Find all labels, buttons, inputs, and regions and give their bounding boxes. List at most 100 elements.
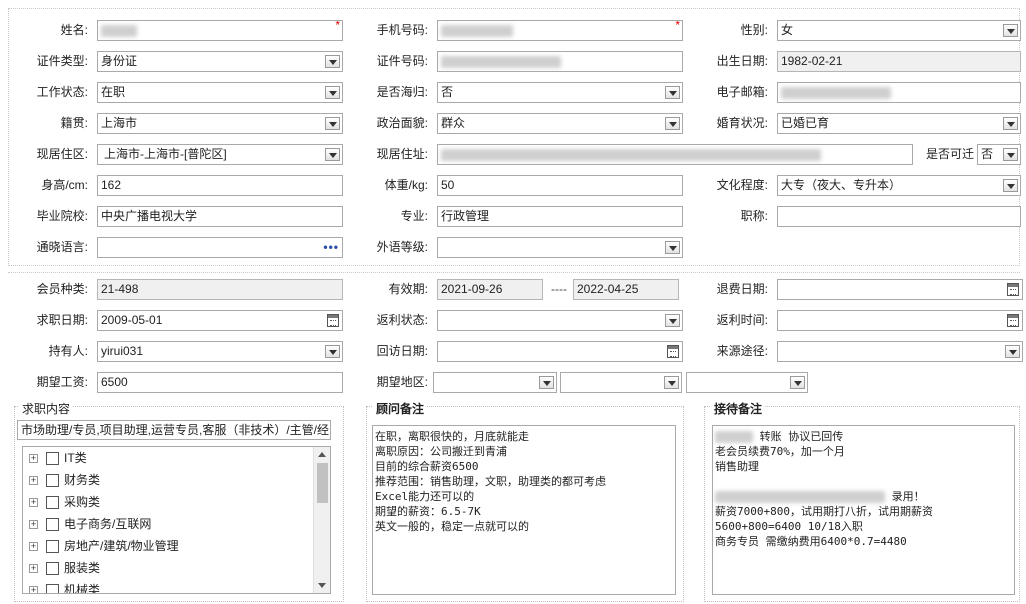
scroll-up-icon[interactable]	[318, 452, 326, 457]
checkbox[interactable]	[46, 452, 59, 466]
valid-to-value: 2022-04-25	[577, 282, 639, 296]
language-label: 通晓语言:	[36, 240, 88, 254]
political-label: 政治面貌:	[376, 116, 428, 130]
checkbox[interactable]	[46, 474, 59, 488]
id-no-field[interactable]	[437, 51, 683, 72]
expand-icon[interactable]: +	[29, 520, 38, 530]
dropdown-arrow-icon[interactable]	[665, 117, 680, 130]
height-value: 162	[101, 178, 122, 192]
tree-item[interactable]: + 财务类	[29, 471, 100, 489]
more-options-icon[interactable]: •••	[323, 238, 339, 257]
overseas-select[interactable]: 否	[437, 82, 683, 103]
expand-icon[interactable]: +	[29, 476, 38, 486]
checkbox[interactable]	[46, 518, 59, 532]
gender-value: 女	[781, 23, 794, 37]
region-city-select[interactable]	[560, 372, 682, 393]
foreign-level-select[interactable]	[437, 237, 683, 258]
political-select[interactable]: 群众	[437, 113, 683, 134]
checkbox[interactable]	[46, 540, 59, 554]
tree-item-label: 采购类	[64, 495, 101, 509]
title-field[interactable]	[777, 206, 1021, 227]
refund-date-field[interactable]	[777, 279, 1023, 300]
current-area-value: 上海市-上海市-[普陀区]	[104, 147, 227, 161]
major-field[interactable]: 行政管理	[437, 206, 683, 227]
rebate-time-field[interactable]	[777, 310, 1023, 331]
gender-select[interactable]: 女	[777, 20, 1021, 41]
email-label: 电子邮箱:	[716, 85, 768, 99]
dropdown-arrow-icon[interactable]	[1003, 179, 1018, 192]
dropdown-arrow-icon[interactable]	[1003, 24, 1018, 37]
current-area-select[interactable]: 上海市-上海市-[普陀区]	[97, 144, 343, 165]
phone-field[interactable]: *	[437, 20, 683, 41]
dropdown-arrow-icon[interactable]	[665, 241, 680, 254]
checkbox[interactable]	[46, 496, 59, 510]
validity-label: 有效期:	[388, 282, 428, 296]
dropdown-arrow-icon[interactable]	[1003, 148, 1018, 161]
region-province-select[interactable]	[433, 372, 557, 393]
tree-item[interactable]: + 机械类	[29, 581, 100, 593]
checkbox[interactable]	[46, 584, 59, 593]
dropdown-arrow-icon[interactable]	[325, 148, 340, 161]
dropdown-arrow-icon[interactable]	[539, 376, 554, 389]
tree-item[interactable]: + IT类	[29, 449, 87, 467]
height-field[interactable]: 162	[97, 175, 343, 196]
dropdown-arrow-icon[interactable]	[325, 86, 340, 99]
education-select[interactable]: 大专（夜大、专升本）	[777, 175, 1021, 196]
tree-item[interactable]: + 电子商务/互联网	[29, 515, 151, 533]
name-field[interactable]: *	[97, 20, 343, 41]
weight-field[interactable]: 50	[437, 175, 683, 196]
checkbox[interactable]	[46, 562, 59, 576]
dropdown-arrow-icon[interactable]	[1005, 345, 1020, 358]
calendar-icon[interactable]	[327, 314, 339, 327]
expand-icon[interactable]: +	[29, 564, 38, 574]
scroll-thumb[interactable]	[317, 463, 328, 503]
relocate-select[interactable]: 否	[977, 144, 1021, 165]
birth-label: 出生日期:	[716, 54, 768, 68]
visit-date-field[interactable]	[437, 341, 683, 362]
consultant-notes-textarea[interactable]: 在职，离职很快的，月底就能走 离职原因：公司搬迁到青浦 目前的综合薪资6500 …	[372, 425, 676, 595]
tree-item[interactable]: + 服装类	[29, 559, 100, 577]
rebate-status-select[interactable]	[437, 310, 683, 331]
expand-icon[interactable]: +	[29, 498, 38, 508]
job-content-summary[interactable]: 市场助理/专员,项目助理,运营专员,客服（非技术）/主管/经	[17, 420, 331, 440]
tree-item[interactable]: + 房地产/建筑/物业管理	[29, 537, 179, 555]
education-value: 大专（夜大、专升本）	[781, 178, 902, 192]
expand-icon[interactable]: +	[29, 454, 38, 464]
overseas-label: 是否海归:	[376, 85, 428, 99]
marital-select[interactable]: 已婚已育	[777, 113, 1021, 134]
calendar-icon[interactable]	[1007, 283, 1019, 296]
calendar-icon[interactable]	[667, 345, 679, 358]
id-type-select[interactable]: 身份证	[97, 51, 343, 72]
salary-field[interactable]: 6500	[97, 372, 343, 393]
job-date-field[interactable]: 2009-05-01	[97, 310, 343, 331]
dropdown-arrow-icon[interactable]	[1003, 117, 1018, 130]
dropdown-arrow-icon[interactable]	[325, 55, 340, 68]
scroll-down-icon[interactable]	[318, 583, 326, 588]
language-field[interactable]: •••	[97, 237, 343, 258]
dropdown-arrow-icon[interactable]	[665, 86, 680, 99]
work-status-select[interactable]: 在职	[97, 82, 343, 103]
holder-select[interactable]: yirui031	[97, 341, 343, 362]
address-field[interactable]	[437, 144, 913, 165]
reception-notes-textarea[interactable]: 转账 协议已回传 老会员续费70%，加一个月 销售助理 录用！ 薪资7000+8…	[712, 425, 1015, 595]
native-select[interactable]: 上海市	[97, 113, 343, 134]
tree-scrollbar[interactable]	[313, 447, 330, 593]
dropdown-arrow-icon[interactable]	[790, 376, 805, 389]
holder-value: yirui031	[101, 344, 144, 358]
email-field[interactable]	[777, 82, 1021, 103]
calendar-icon[interactable]	[1007, 314, 1019, 327]
tree-item-label: 财务类	[64, 473, 101, 487]
region-district-select[interactable]	[686, 372, 808, 393]
job-category-tree[interactable]: + IT类 + 财务类 + 采购类 + 电子商务/互联网 + 房地产/建筑/物业管理 + 服…	[22, 446, 331, 594]
dropdown-arrow-icon[interactable]	[664, 376, 679, 389]
tree-item[interactable]: + 采购类	[29, 493, 100, 511]
dropdown-arrow-icon[interactable]	[325, 345, 340, 358]
dropdown-arrow-icon[interactable]	[665, 314, 680, 327]
expand-icon[interactable]: +	[29, 542, 38, 552]
dropdown-arrow-icon[interactable]	[325, 117, 340, 130]
school-field[interactable]: 中央广播电视大学	[97, 206, 343, 227]
valid-from-value: 2021-09-26	[441, 282, 503, 296]
reception-notes-body: 老会员续费70%，加一个月 销售助理	[715, 445, 845, 473]
expand-icon[interactable]: +	[29, 586, 38, 593]
source-select[interactable]	[777, 341, 1023, 362]
